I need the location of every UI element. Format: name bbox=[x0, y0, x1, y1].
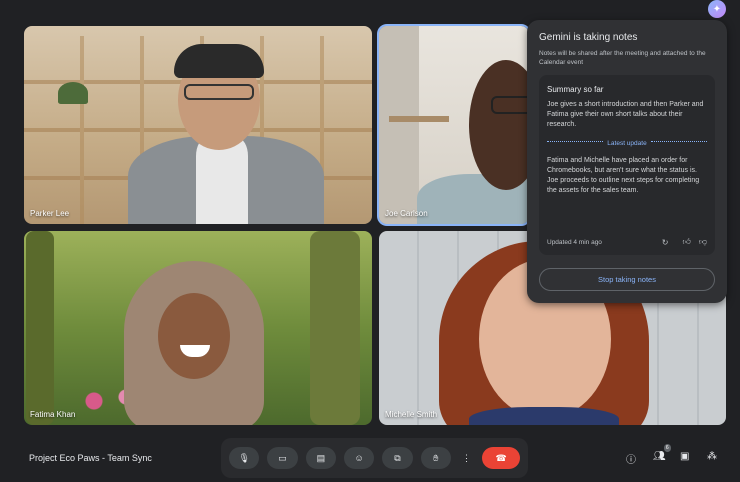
refresh-icon[interactable]: ↻ bbox=[662, 238, 669, 247]
captions-button[interactable]: ▤ bbox=[305, 447, 336, 469]
call-controls: 🎙︎ ▭ ▤ ☺ ⧉ ✋︎ ⋮ ☎ bbox=[221, 438, 528, 478]
captions-icon: ▤ bbox=[316, 452, 326, 463]
chat-button[interactable]: ▣ bbox=[680, 451, 689, 462]
speaker-glasses bbox=[184, 84, 254, 100]
participant-head bbox=[469, 60, 529, 190]
people-count-badge: 6 bbox=[663, 444, 671, 452]
participant-tile-joe[interactable]: Joe Carlson bbox=[377, 24, 531, 226]
participant-name: Michelle Smith bbox=[385, 410, 438, 419]
raise-hand-button[interactable]: ✋︎ bbox=[420, 447, 451, 469]
emoji-icon: ☺ bbox=[354, 453, 364, 463]
plant bbox=[58, 82, 88, 104]
mic-icon: 🎙︎ bbox=[238, 452, 250, 463]
camera-button[interactable]: ▭ bbox=[267, 447, 298, 469]
people-button[interactable]: 👥︎ 6 bbox=[653, 444, 671, 462]
speaker-shirt bbox=[196, 138, 248, 224]
latest-update-divider: Latest update bbox=[547, 140, 707, 147]
panel-subtitle: Notes will be shared after the meeting a… bbox=[539, 50, 706, 67]
window-frame bbox=[379, 26, 419, 224]
wave-line-left bbox=[547, 141, 604, 145]
more-options-button[interactable]: ⋮ bbox=[459, 447, 474, 469]
present-button[interactable]: ⧉ bbox=[382, 447, 413, 469]
meeting-title: Project Eco Paws - Team Sync bbox=[29, 453, 152, 463]
participant-name: Fatima Khan bbox=[30, 410, 76, 419]
participant-shirt bbox=[469, 407, 619, 425]
sparkle-icon: ✦ bbox=[712, 3, 722, 15]
gemini-button[interactable]: ✦ bbox=[708, 0, 726, 18]
participant-tile-parker[interactable]: Parker Lee bbox=[24, 26, 372, 224]
participant-glasses bbox=[491, 96, 529, 114]
thumbs-down-icon[interactable]: 👎︎ bbox=[699, 237, 707, 247]
participant-name: Joe Carlson bbox=[385, 209, 428, 218]
speaker-hair bbox=[174, 44, 264, 78]
info-icon: ⓘ bbox=[626, 455, 636, 466]
end-call-button[interactable]: ☎ bbox=[482, 447, 521, 469]
activities-button[interactable]: ⁂ bbox=[707, 451, 717, 462]
activities-icon: ⁂ bbox=[707, 451, 717, 462]
updated-timestamp: Updated 4 min ago bbox=[547, 238, 602, 246]
latest-update-label: Latest update bbox=[607, 139, 647, 147]
camera-icon: ▭ bbox=[278, 452, 287, 463]
present-icon: ⧉ bbox=[394, 452, 401, 463]
panel-title: Gemini is taking notes bbox=[539, 32, 638, 43]
shelf bbox=[389, 116, 449, 122]
gemini-notes-panel: Gemini is taking notes Notes will be sha… bbox=[527, 20, 727, 303]
stop-taking-notes-button[interactable]: Stop taking notes bbox=[539, 268, 715, 291]
summary-text: Joe gives a short introduction and then … bbox=[547, 101, 704, 129]
summary-heading: Summary so far bbox=[547, 85, 604, 95]
participant-face bbox=[158, 293, 230, 379]
mic-button[interactable]: 🎙︎ bbox=[229, 447, 260, 469]
tree-left bbox=[26, 231, 54, 425]
tree-right bbox=[310, 231, 360, 425]
hand-icon: ✋︎ bbox=[433, 452, 439, 463]
end-call-icon: ☎ bbox=[495, 452, 507, 463]
wave-line-right bbox=[650, 141, 707, 145]
chat-icon: ▣ bbox=[680, 451, 690, 462]
participant-tile-fatima[interactable]: Fatima Khan bbox=[24, 231, 372, 425]
participant-name: Parker Lee bbox=[30, 209, 70, 218]
more-icon: ⋮ bbox=[462, 452, 472, 463]
card-footer: Updated 4 min ago ↻ 👍︎ 👎︎ bbox=[547, 237, 707, 247]
latest-update-text: Fatima and Michelle have placed an order… bbox=[547, 156, 700, 195]
info-button[interactable]: ⓘ bbox=[626, 451, 636, 466]
thumbs-up-icon[interactable]: 👍︎ bbox=[683, 237, 691, 247]
emoji-button[interactable]: ☺ bbox=[343, 447, 375, 469]
summary-card: Summary so far Joe gives a short introdu… bbox=[539, 75, 715, 256]
people-icon: 👥︎ bbox=[653, 451, 666, 462]
